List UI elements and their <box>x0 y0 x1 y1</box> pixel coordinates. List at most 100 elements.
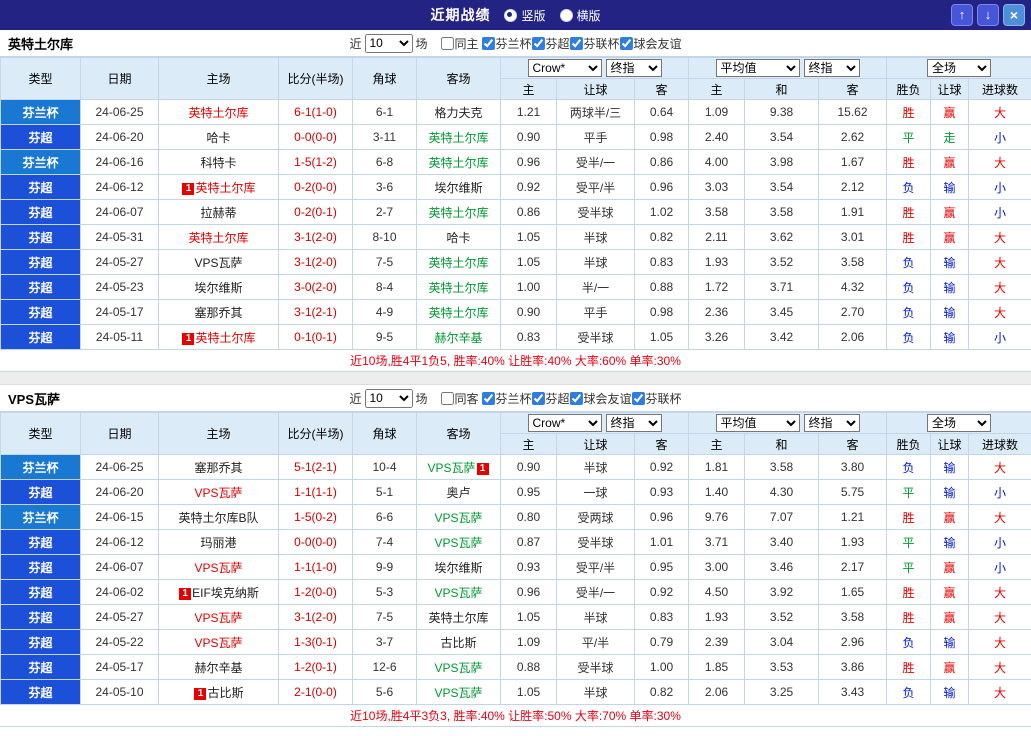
away-team-cell: 英特土尔库 <box>416 299 501 325</box>
team-panel-vps-vaasa: VPS瓦萨 近 10 场 同客 芬兰杯 芬超 球会友谊 芬联杯 类型 日期 主场 比分… <box>0 385 1031 727</box>
average-final-select[interactable]: 终指 <box>803 414 860 432</box>
league-checkbox[interactable] <box>631 391 645 405</box>
league-type-cell: 芬超 <box>0 479 81 505</box>
col-avg-home: 主 <box>688 78 745 100</box>
same-venue-checkbox[interactable] <box>440 36 454 50</box>
odds-handicap-cell: 受平/半 <box>556 174 635 200</box>
team-name-text: 古比斯 <box>440 635 477 650</box>
result-goals-cell: 小 <box>968 124 1031 150</box>
league-checkbox[interactable] <box>569 36 583 50</box>
league-label: 芬兰杯 <box>495 391 532 406</box>
odds-final-select[interactable]: 终指 <box>605 414 662 432</box>
match-row: 芬兰杯 24-06-15 英特土尔库B队 1-5(0-2) 6-6 VPS瓦萨 0.80 受两… <box>0 504 1031 530</box>
league-filter[interactable]: 芬兰杯 <box>481 390 532 407</box>
league-filter[interactable]: 芬超 <box>531 35 570 52</box>
avg-home-cell: 3.00 <box>688 554 745 580</box>
result-handicap-cell: 输 <box>930 679 970 705</box>
league-filter[interactable]: 芬超 <box>531 390 570 407</box>
home-team-cell: VPS瓦萨 <box>158 249 279 275</box>
average-select[interactable]: 平均值 <box>715 59 800 77</box>
corners-cell: 7-4 <box>352 529 417 555</box>
avg-home-cell: 3.26 <box>688 324 745 350</box>
games-label: 场 <box>415 36 428 51</box>
avg-away-cell: 3.43 <box>817 679 888 705</box>
league-type-cell: 芬兰杯 <box>0 504 81 530</box>
move-up-button[interactable]: ↑ <box>951 4 973 26</box>
odds-away-cell: 0.86 <box>634 149 689 175</box>
league-checkbox[interactable] <box>481 391 495 405</box>
corners-cell: 4-9 <box>352 299 417 325</box>
average-final-select[interactable]: 终指 <box>803 59 860 77</box>
radio-vertical-label: 竖版 <box>521 8 546 23</box>
full-match-select[interactable]: 全场 <box>927 59 992 77</box>
move-down-button[interactable]: ↓ <box>977 4 999 26</box>
avg-home-cell: 1.72 <box>688 274 745 300</box>
league-checkbox[interactable] <box>531 391 545 405</box>
result-outcome-cell: 胜 <box>886 99 932 125</box>
team-name-text: 英特土尔库 <box>188 230 249 245</box>
avg-away-cell: 2.62 <box>817 124 888 150</box>
corners-cell: 10-4 <box>352 454 417 480</box>
avg-draw-cell: 3.71 <box>744 274 819 300</box>
odds-home-cell: 0.96 <box>500 149 557 175</box>
odds-handicap-cell: 受半球 <box>556 324 635 350</box>
avg-draw-cell: 3.58 <box>744 199 819 225</box>
same-venue-filter[interactable]: 同主 <box>440 35 478 52</box>
avg-home-cell: 2.39 <box>688 629 745 655</box>
league-checkbox[interactable] <box>481 36 495 50</box>
avg-draw-cell: 3.54 <box>744 124 819 150</box>
layout-radio-vertical[interactable]: 竖版 <box>504 7 546 24</box>
full-match-select[interactable]: 全场 <box>927 414 992 432</box>
result-outcome-cell: 负 <box>886 249 932 275</box>
avg-draw-cell: 9.38 <box>744 99 819 125</box>
avg-home-cell: 3.58 <box>688 199 745 225</box>
avg-draw-cell: 3.62 <box>744 224 819 250</box>
league-filter[interactable]: 球会友谊 <box>619 35 682 52</box>
league-filter[interactable]: 芬联杯 <box>569 35 620 52</box>
near-label: 近 <box>349 391 362 406</box>
same-venue-checkbox[interactable] <box>440 391 454 405</box>
corners-cell: 8-4 <box>352 274 417 300</box>
league-checkbox[interactable] <box>619 36 633 50</box>
recent-count-select[interactable]: 10 <box>364 388 413 408</box>
odds-final-select[interactable]: 终指 <box>605 59 662 77</box>
col-type: 类型 <box>0 412 81 455</box>
odds-away-cell: 0.83 <box>634 604 689 630</box>
result-handicap-cell: 输 <box>930 274 970 300</box>
average-select[interactable]: 平均值 <box>715 414 800 432</box>
league-filter[interactable]: 芬联杯 <box>631 390 682 407</box>
league-type-cell: 芬兰杯 <box>0 99 81 125</box>
score-cell: 3-1(2-1) <box>278 299 353 325</box>
odds-provider-select[interactable]: Crow* <box>527 414 602 432</box>
same-venue-filter[interactable]: 同客 <box>440 390 478 407</box>
odds-handicap-cell: 半球 <box>556 249 635 275</box>
match-date: 24-05-11 <box>80 324 159 350</box>
league-checkbox[interactable] <box>569 391 583 405</box>
recent-count-select[interactable]: 10 <box>364 33 413 53</box>
avg-home-cell: 2.11 <box>688 224 745 250</box>
odds-provider-select[interactable]: Crow* <box>527 59 602 77</box>
match-date: 24-05-23 <box>80 274 159 300</box>
result-goals-cell: 小 <box>968 199 1031 225</box>
col-avg-home: 主 <box>688 433 745 455</box>
layout-radio-horizontal[interactable]: 横版 <box>559 7 601 24</box>
result-outcome-cell: 胜 <box>886 654 932 680</box>
team-name-text: VPS瓦萨 <box>194 560 243 575</box>
league-checkbox[interactable] <box>531 36 545 50</box>
avg-draw-cell: 3.58 <box>744 454 819 480</box>
league-filter[interactable]: 球会友谊 <box>569 390 632 407</box>
match-date: 24-06-07 <box>80 554 159 580</box>
result-outcome-cell: 平 <box>886 554 932 580</box>
odds-away-cell: 0.79 <box>634 629 689 655</box>
same-venue-label: 同客 <box>454 391 479 406</box>
odds-handicap-cell: 受半球 <box>556 654 635 680</box>
col-away: 客场 <box>416 412 501 455</box>
match-row: 芬超 24-06-07 拉赫蒂 0-2(0-1) 2-7 英特土尔库 0.86 受半球 1.02… <box>0 199 1031 225</box>
corners-cell: 6-8 <box>352 149 417 175</box>
league-filter[interactable]: 芬兰杯 <box>481 35 532 52</box>
league-type-cell: 芬超 <box>0 529 81 555</box>
col-type: 类型 <box>0 57 81 100</box>
close-button[interactable]: × <box>1003 4 1025 26</box>
result-handicap-cell: 走 <box>930 124 970 150</box>
col-away: 客场 <box>416 57 501 100</box>
